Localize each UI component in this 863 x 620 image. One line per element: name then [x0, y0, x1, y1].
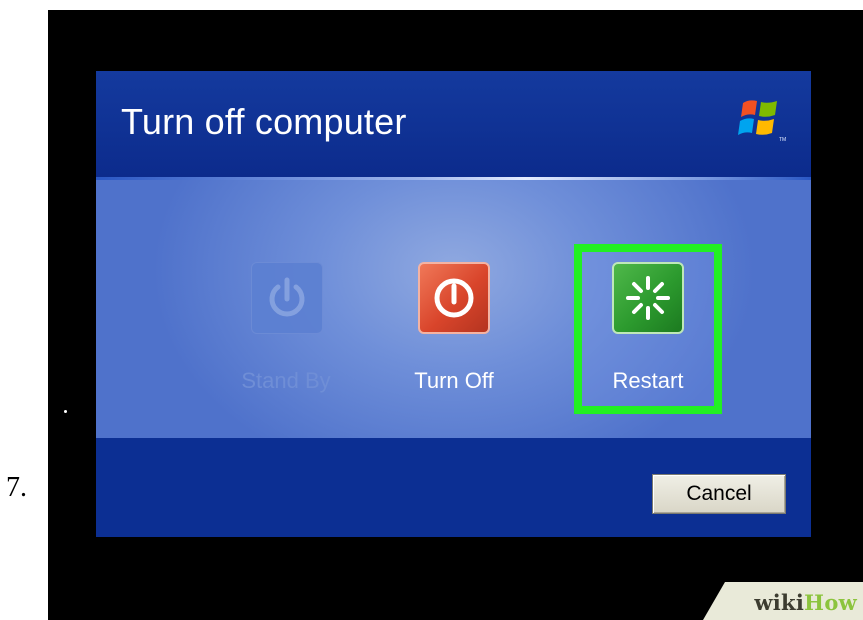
stand-by-power-icon	[251, 262, 323, 334]
turn-off-dialog: Turn off computer TM Stand By Turn Off R…	[96, 71, 811, 537]
cancel-button[interactable]: Cancel	[652, 474, 786, 514]
windows-logo-icon: TM	[735, 93, 787, 145]
artifact-dot	[64, 410, 67, 413]
dialog-footer: Cancel	[96, 438, 811, 537]
stand-by-label: Stand By	[241, 368, 331, 393]
screenshot-frame: Turn off computer TM Stand By Turn Off R…	[48, 10, 863, 620]
turn-off-option[interactable]: Turn Off	[374, 262, 534, 412]
wikihow-text-wiki: wiki	[754, 590, 805, 615]
dialog-title: Turn off computer	[121, 101, 407, 142]
restart-icon	[626, 276, 670, 320]
step-number: 7.	[6, 472, 27, 503]
wikihow-watermark: wikiHow	[703, 582, 863, 620]
turn-off-button[interactable]	[418, 262, 490, 334]
power-icon	[434, 278, 474, 318]
restart-label: Restart	[612, 368, 684, 393]
turn-off-label: Turn Off	[414, 368, 494, 393]
dialog-header: Turn off computer TM	[96, 71, 811, 177]
wikihow-text-how: How	[804, 590, 857, 615]
stand-by-option: Stand By	[206, 262, 366, 412]
restart-option[interactable]: Restart	[568, 262, 728, 412]
svg-text:TM: TM	[779, 137, 786, 143]
restart-button[interactable]	[612, 262, 684, 334]
dialog-body: Stand By Turn Off Restart	[96, 180, 811, 438]
wikihow-logo-text: wikiHow	[754, 590, 857, 615]
